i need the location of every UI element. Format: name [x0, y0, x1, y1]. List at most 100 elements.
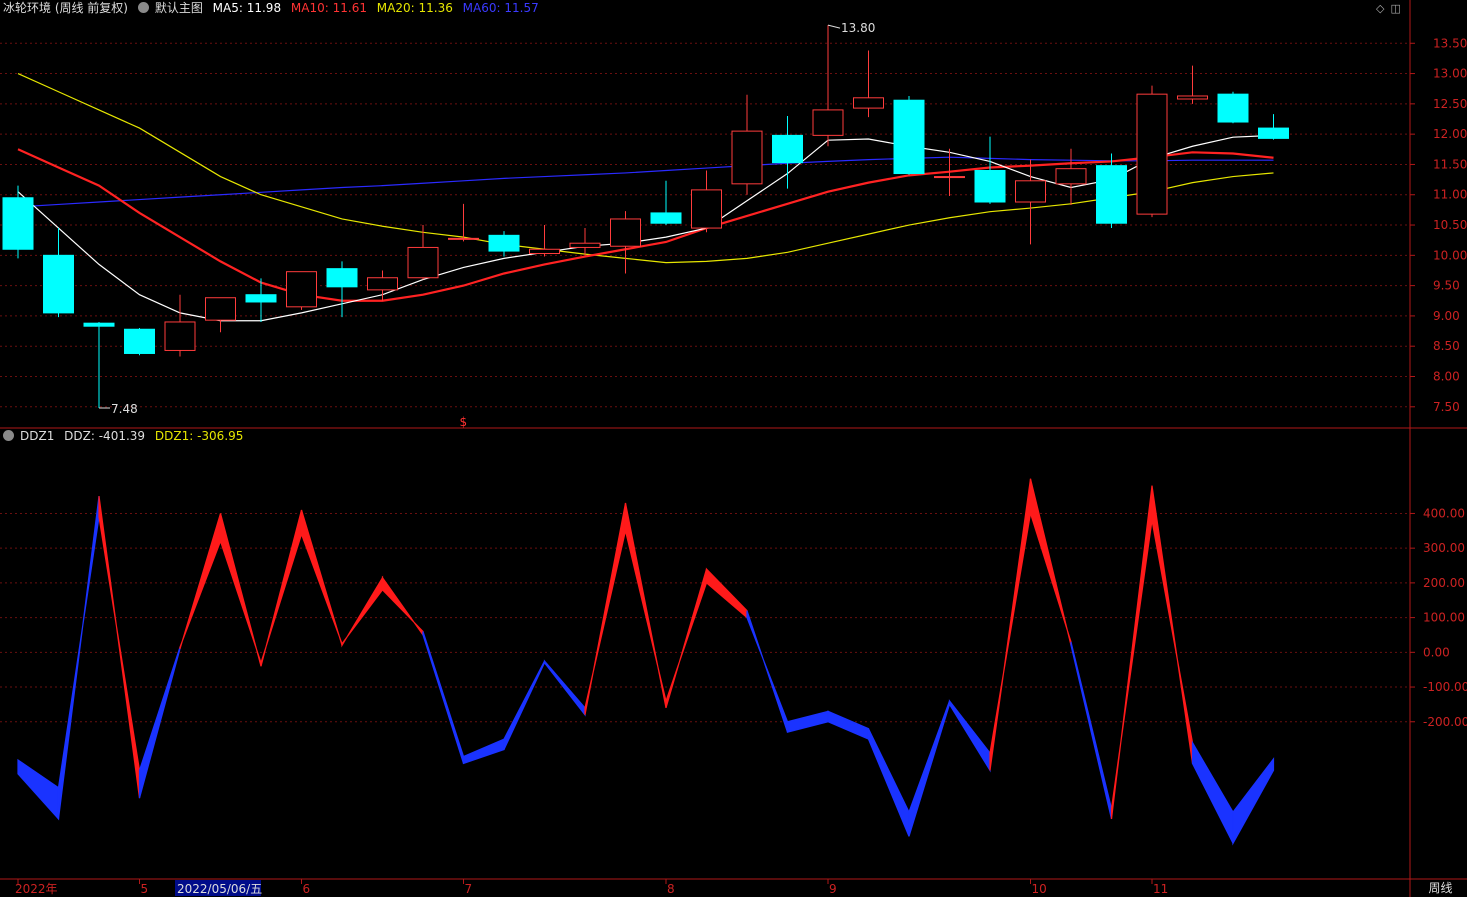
- ddz-value: DDZ: -401.39: [64, 429, 146, 443]
- ddz-band-segment: [422, 631, 465, 764]
- candle-up: [164, 321, 196, 351]
- high-price-label: 13.80: [841, 21, 875, 35]
- ddz-band-segment: [827, 710, 870, 741]
- y-tick-label: 13.50: [1433, 36, 1467, 50]
- chart-settings-icon[interactable]: [137, 2, 149, 13]
- candle-down: [2, 197, 34, 250]
- x-tick-label: 10: [1032, 882, 1047, 896]
- candle-up: [286, 271, 317, 308]
- ddz-band-segment: [300, 509, 343, 646]
- candle-up: [569, 242, 601, 248]
- ddz-band-segment: [260, 509, 303, 667]
- y-tick-label: 10.00: [1433, 248, 1467, 262]
- ddz-band-segment: [948, 699, 991, 773]
- ddz-band-segment: [705, 567, 748, 619]
- ma20-line: [17, 73, 1274, 264]
- ddz-band-segment: [867, 728, 910, 837]
- indicator-tick-label: 100.00: [1423, 611, 1465, 625]
- ddz-band-segment: [543, 659, 586, 717]
- y-tick-label: 13.00: [1433, 67, 1467, 81]
- ddz-band-segment: [989, 478, 1032, 771]
- indicator-tick-label: -200.00: [1423, 715, 1467, 729]
- candle-down: [488, 234, 520, 252]
- indicator-tick-label: 400.00: [1423, 506, 1465, 520]
- ddz-band-segment: [746, 610, 789, 733]
- indicator-tick-label: -100.00: [1423, 680, 1467, 694]
- ddz-band-segment: [462, 738, 505, 765]
- indicator-header: DDZ1 DDZ: -401.39 DDZ1: -306.95: [3, 428, 249, 444]
- ma10-value: MA10: 11.61: [290, 1, 367, 15]
- ddz-band-segment: [98, 496, 141, 799]
- x-tick-label: 5: [141, 882, 149, 896]
- x-tick-label: 11: [1153, 882, 1168, 896]
- y-tick-label: 9.00: [1433, 309, 1460, 323]
- ddz-band-segment: [17, 758, 60, 821]
- indicator-tick-label: 0.00: [1423, 645, 1450, 659]
- ddz-band-segment: [1151, 485, 1194, 764]
- candle-down: [1258, 127, 1289, 139]
- ddz-band-segment: [1191, 740, 1234, 844]
- candle-down: [974, 170, 1006, 203]
- ddz-band-segment: [57, 496, 100, 820]
- indicator-settings-icon[interactable]: [3, 430, 14, 441]
- template-name[interactable]: 默认主图: [155, 1, 203, 15]
- candle-up: [1055, 168, 1087, 185]
- candle-down: [1217, 93, 1249, 123]
- candle-down: [43, 254, 74, 314]
- candle-up: [448, 237, 479, 240]
- indicator-name[interactable]: DDZ1: [20, 429, 54, 443]
- y-tick-label: 12.00: [1433, 127, 1467, 141]
- candle-down: [650, 212, 682, 224]
- y-tick-label: 9.50: [1433, 279, 1460, 293]
- candle-up: [610, 218, 641, 247]
- candle-down: [772, 134, 803, 164]
- stock-chart[interactable]: 7.50 8.00 8.50 9.00 9.50 10.00 10.50 11.00 11.50…: [0, 0, 1467, 897]
- ddz-band-segment: [1232, 757, 1275, 846]
- candle-up: [691, 189, 722, 229]
- ddz-band-segment: [1070, 641, 1113, 820]
- ma20-value: MA20: 11.36: [376, 1, 453, 15]
- low-price-label: 7.48: [111, 402, 138, 416]
- candle-up: [1015, 180, 1046, 203]
- indicator-tick-label: 300.00: [1423, 541, 1465, 555]
- candle-up: [407, 246, 439, 279]
- period-button[interactable]: 周线: [1414, 880, 1467, 897]
- ddz-band-segment: [503, 660, 546, 750]
- ddz-band-segment: [624, 502, 667, 708]
- x-tick-label: 7: [465, 882, 473, 896]
- ddz-band-segment: [786, 710, 829, 733]
- window-controls: ◇ ◫: [1376, 2, 1407, 15]
- candle-up: [1177, 95, 1208, 100]
- candle-down: [326, 268, 358, 288]
- diamond-icon[interactable]: ◇: [1376, 2, 1384, 15]
- x-tick-label: 6: [303, 882, 311, 896]
- main-chart-header: 冰轮环境 (周线 前复权) 默认主图 MA5: 11.98 MA10: 11.6…: [3, 0, 545, 16]
- candle-down: [124, 328, 155, 354]
- candle-up: [853, 97, 884, 109]
- candle-down: [245, 294, 277, 303]
- y-tick-label: 8.00: [1433, 370, 1460, 384]
- ddz-band-segment: [138, 646, 181, 799]
- candle-up: [934, 176, 965, 179]
- ddz-band-segment: [179, 513, 222, 650]
- candle-up: [731, 130, 763, 185]
- high-pointer: [827, 24, 841, 29]
- ddz-band-segment: [381, 575, 424, 637]
- candle-up: [1136, 93, 1168, 215]
- ma5-value: MA5: 11.98: [212, 1, 282, 15]
- ddz1-value: DDZ1: -306.95: [154, 429, 244, 443]
- candle-up: [205, 297, 236, 321]
- ddz-band-segment: [1029, 478, 1072, 646]
- y-tick-label: 11.50: [1433, 157, 1467, 171]
- y-tick-label: 10.50: [1433, 218, 1467, 232]
- candle-down: [83, 322, 115, 327]
- y-tick-label: 12.50: [1433, 97, 1467, 111]
- x-tick-label: 8: [667, 882, 675, 896]
- x-tick-label: 2022/05/06/五: [177, 882, 262, 896]
- stock-name: 冰轮环境 (周线 前复权): [3, 1, 128, 15]
- minimize-icon[interactable]: ◫: [1390, 2, 1400, 15]
- candle-down: [893, 99, 925, 175]
- ddz-band-segment: [341, 575, 384, 648]
- candle-up: [529, 248, 560, 255]
- x-tick-label: 2022年: [15, 882, 58, 896]
